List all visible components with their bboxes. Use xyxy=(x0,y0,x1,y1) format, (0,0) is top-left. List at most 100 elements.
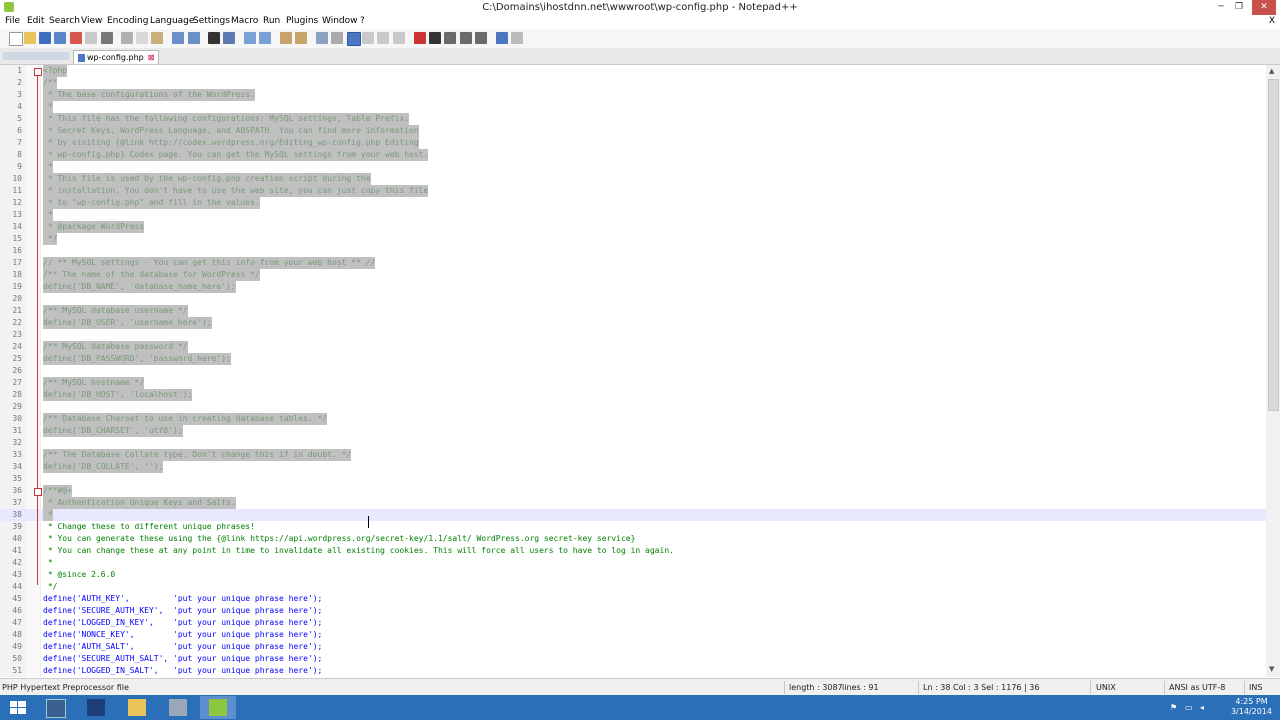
play-macro-multiple-icon[interactable] xyxy=(460,32,472,44)
save-macro-icon[interactable] xyxy=(475,32,487,44)
code-line[interactable]: 50 define('SECURE_AUTH_SALT', 'put your u… xyxy=(0,653,1266,665)
code-line[interactable]: 39 * Change these to different unique ph… xyxy=(0,521,1266,533)
close-file-icon[interactable] xyxy=(70,32,82,44)
undo-icon[interactable] xyxy=(172,32,184,44)
function-list-icon[interactable] xyxy=(393,32,405,44)
close-document-button[interactable]: X xyxy=(1269,16,1275,26)
code-line[interactable]: 4 * xyxy=(0,101,1266,113)
scroll-thumb[interactable] xyxy=(1268,79,1279,411)
code-line[interactable]: 29 xyxy=(0,401,1266,413)
code-line[interactable]: 34 define('DB_COLLATE', ''); xyxy=(0,461,1266,473)
menu-search[interactable]: Search xyxy=(49,16,80,26)
volume-icon[interactable]: ◂ xyxy=(1200,703,1209,712)
find-icon[interactable] xyxy=(208,32,220,44)
minimize-button[interactable]: ─ xyxy=(1212,0,1230,15)
code-line[interactable]: 6 * Secret Keys, WordPress Language, and… xyxy=(0,125,1266,137)
code-line[interactable]: 41 * You can change these at any point i… xyxy=(0,545,1266,557)
code-line[interactable]: 1 <?php xyxy=(0,65,1266,77)
code-line[interactable]: 2 /** xyxy=(0,77,1266,89)
menu-edit[interactable]: Edit xyxy=(27,16,44,26)
code-line[interactable]: 16 xyxy=(0,245,1266,257)
vertical-scrollbar[interactable]: ▲ ▼ xyxy=(1266,65,1280,677)
spellcheck-icon[interactable] xyxy=(496,32,508,44)
show-all-chars-icon[interactable] xyxy=(331,32,343,44)
code-line[interactable]: 28 define('DB_HOST', 'localhost'); xyxy=(0,389,1266,401)
code-line[interactable]: 36 /**#@+ xyxy=(0,485,1266,497)
code-line[interactable]: 43 * @since 2.6.0 xyxy=(0,569,1266,581)
network-icon[interactable]: ▭ xyxy=(1185,703,1194,712)
clock[interactable]: 4:25 PM 3/14/2014 xyxy=(1231,697,1272,717)
fold-toggle-icon[interactable] xyxy=(34,68,42,76)
taskbar-notepadpp[interactable] xyxy=(200,696,236,719)
code-line[interactable]: 48 define('NONCE_KEY', 'put your unique p… xyxy=(0,629,1266,641)
code-line[interactable]: 35 xyxy=(0,473,1266,485)
code-line[interactable]: 8 * wp-config.php} Codex page. You can g… xyxy=(0,149,1266,161)
flag-icon[interactable]: ⚑ xyxy=(1170,703,1179,712)
code-line[interactable]: 32 xyxy=(0,437,1266,449)
scroll-down-icon[interactable]: ▼ xyxy=(1269,665,1274,673)
code-line[interactable]: 31 define('DB_CHARSET', 'utf8'); xyxy=(0,425,1266,437)
code-line[interactable]: 11 * installation. You don't have to use… xyxy=(0,185,1266,197)
close-all-icon[interactable] xyxy=(85,32,97,44)
code-line[interactable]: 42 * xyxy=(0,557,1266,569)
code-line[interactable]: 49 define('AUTH_SALT', 'put your unique p… xyxy=(0,641,1266,653)
menu-plugins[interactable]: Plugins xyxy=(286,16,318,26)
paste-icon[interactable] xyxy=(151,32,163,44)
menu-encoding[interactable]: Encoding xyxy=(107,16,148,26)
taskbar-powershell[interactable] xyxy=(78,696,114,719)
code-line[interactable]: 46 define('SECURE_AUTH_KEY', 'put your un… xyxy=(0,605,1266,617)
record-macro-icon[interactable] xyxy=(414,32,426,44)
print-icon[interactable] xyxy=(101,32,113,44)
code-line[interactable]: 25 define('DB_PASSWORD', 'password_here')… xyxy=(0,353,1266,365)
start-button[interactable] xyxy=(0,696,36,719)
user-language-icon[interactable] xyxy=(362,32,374,44)
tab-close-icon[interactable]: ⊠ xyxy=(148,53,155,62)
word-wrap-icon[interactable] xyxy=(316,32,328,44)
zoom-in-icon[interactable] xyxy=(244,32,256,44)
menu-run[interactable]: Run xyxy=(263,16,280,26)
menu-settings[interactable]: Settings xyxy=(193,16,230,26)
save-icon[interactable] xyxy=(39,32,51,44)
menu-file[interactable]: File xyxy=(5,16,20,26)
code-line[interactable]: 47 define('LOGGED_IN_KEY', 'put your uniq… xyxy=(0,617,1266,629)
code-line[interactable]: 22 define('DB_USER', 'username_here'); xyxy=(0,317,1266,329)
scroll-up-icon[interactable]: ▲ xyxy=(1269,67,1274,75)
code-line[interactable]: 15 */ xyxy=(0,233,1266,245)
taskbar-server-manager[interactable] xyxy=(37,696,73,719)
open-file-icon[interactable] xyxy=(24,32,36,44)
code-line[interactable]: 37 * Authentication Unique Keys and Salt… xyxy=(0,497,1266,509)
code-line[interactable]: 18 /** The name of the database for WordP… xyxy=(0,269,1266,281)
menu-window[interactable]: Window xyxy=(322,16,358,26)
menu-macro[interactable]: Macro xyxy=(231,16,258,26)
code-line[interactable]: 38 * xyxy=(0,509,1266,521)
code-line[interactable]: 27 /** MySQL hostname */ xyxy=(0,377,1266,389)
code-line[interactable]: 12 * to "wp-config.php" and fill in the … xyxy=(0,197,1266,209)
replace-icon[interactable] xyxy=(223,32,235,44)
code-line[interactable]: 51 define('LOGGED_IN_SALT', 'put your uni… xyxy=(0,665,1266,677)
code-line[interactable]: 26 xyxy=(0,365,1266,377)
menu-language[interactable]: Language xyxy=(150,16,194,26)
code-line[interactable]: 45 define('AUTH_KEY', 'put your unique ph… xyxy=(0,593,1266,605)
code-line[interactable]: 33 /** The Database Collate type. Don't c… xyxy=(0,449,1266,461)
new-file-icon[interactable] xyxy=(9,32,23,46)
code-line[interactable]: 17 // ** MySQL settings - You can get thi… xyxy=(0,257,1266,269)
zoom-out-icon[interactable] xyxy=(259,32,271,44)
code-line[interactable]: 5 * This file has the following configur… xyxy=(0,113,1266,125)
save-all-icon[interactable] xyxy=(54,32,66,44)
code-line[interactable]: 20 xyxy=(0,293,1266,305)
fold-toggle-icon[interactable] xyxy=(34,488,42,496)
code-line[interactable]: 24 /** MySQL database password */ xyxy=(0,341,1266,353)
copy-icon[interactable] xyxy=(136,32,148,44)
doc-map-icon[interactable] xyxy=(377,32,389,44)
indent-guide-icon[interactable] xyxy=(347,32,361,46)
play-macro-icon[interactable] xyxy=(444,32,456,44)
taskbar-explorer[interactable] xyxy=(119,696,155,719)
close-button[interactable]: ✕ xyxy=(1252,0,1276,15)
code-line[interactable]: 44 */ xyxy=(0,581,1266,593)
code-line[interactable]: 10 * This file is used by the wp-config.… xyxy=(0,173,1266,185)
tab-wp-config[interactable]: wp-config.php ⊠ xyxy=(73,50,160,64)
code-line[interactable]: 14 * @package WordPress xyxy=(0,221,1266,233)
sync-horizontal-icon[interactable] xyxy=(295,32,307,44)
code-line[interactable]: 30 /** Database Charset to use in creatin… xyxy=(0,413,1266,425)
redo-icon[interactable] xyxy=(188,32,200,44)
